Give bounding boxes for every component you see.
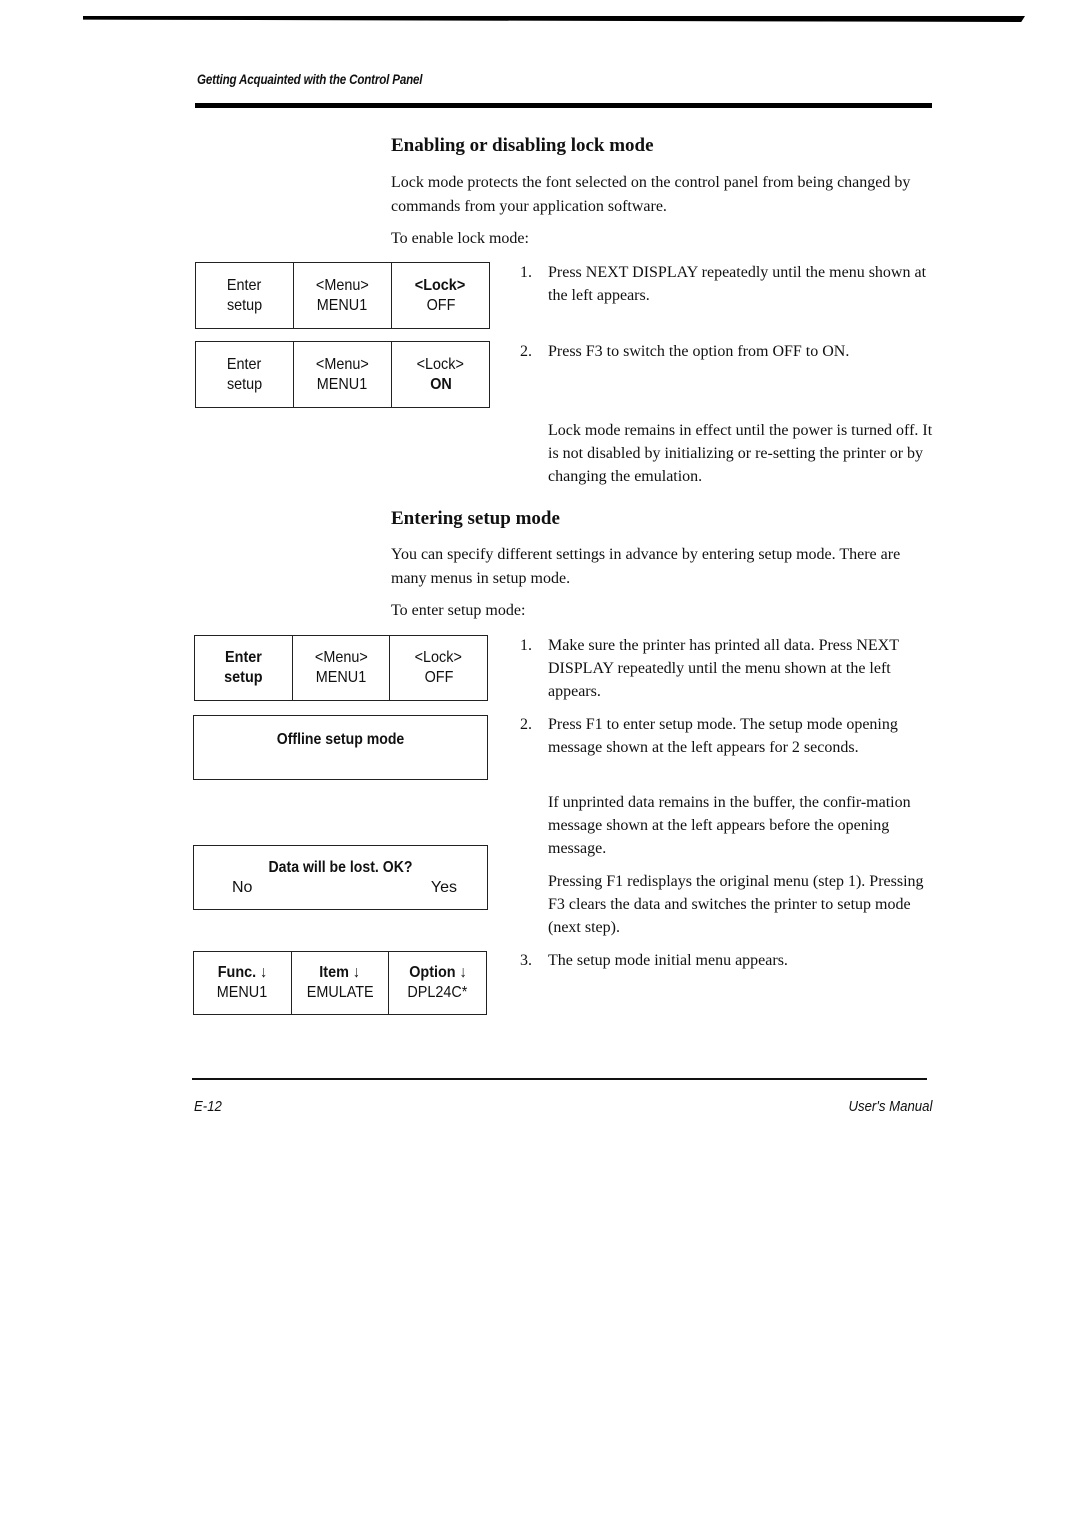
cell-line: OFF [424, 669, 454, 686]
cell-line: Func. ↓ [217, 964, 268, 981]
cell-line: ON [429, 375, 452, 393]
setup-intro: You can specify different settings in ad… [391, 546, 901, 587]
step-number: 2. [520, 343, 532, 360]
setup-note-confirmation: If unprinted data remains in the buffer,… [548, 794, 911, 857]
panel-cell: <Lock> ON [391, 342, 489, 407]
cell-line: <Lock> [415, 276, 466, 294]
panel-cell: Option ↓ DPL24C* [388, 952, 486, 1014]
lcd-panel-setup-menu: Func. ↓ MENU1 Item ↓ EMULATE Option ↓ DP… [193, 951, 487, 1015]
cell-line: <Menu> [314, 649, 368, 666]
cell-line: Enter [224, 649, 262, 666]
panel-cell: Enter setup [196, 263, 293, 328]
cell-line: DPL24C* [407, 984, 468, 1001]
cell-line: <Lock> [415, 649, 463, 666]
step-number: 1. [520, 264, 532, 281]
panel-cell: <Menu> MENU1 [291, 636, 390, 700]
confirm-message: Data will be lost. OK? [268, 859, 413, 876]
cell-line: MENU1 [317, 296, 368, 314]
header-rule [195, 103, 932, 108]
cell-line: <Lock> [416, 355, 465, 373]
lock-note: Lock mode remains in effect until the po… [548, 422, 933, 485]
panel-cell: Func. ↓ MENU1 [194, 952, 291, 1014]
top-rule [83, 16, 1025, 22]
step-text: Press NEXT DISPLAY repeatedly until the … [548, 264, 927, 304]
manual-title: User's Manual [848, 1098, 932, 1115]
panel-cell: <Menu> MENU1 [293, 263, 391, 328]
lcd-panel-confirm: Data will be lost. OK? No Yes [193, 845, 488, 910]
offline-message: Offline setup mode [276, 731, 405, 748]
panel-cell: Enter setup [195, 636, 292, 700]
setup-lead: To enter setup mode: [391, 602, 526, 619]
panel-cell: <Lock> OFF [391, 263, 489, 328]
confirm-yes-option: Yes [430, 879, 457, 896]
cell-line: MENU1 [217, 984, 268, 1001]
cell-line: MENU1 [315, 669, 367, 686]
cell-line: Option ↓ [408, 964, 467, 981]
cell-line: MENU1 [317, 375, 368, 393]
section-title-setup-mode: Entering setup mode [391, 508, 560, 529]
step-number: 1. [520, 637, 532, 654]
cell-line: setup [226, 375, 263, 393]
step-number: 3. [520, 952, 532, 969]
panel-cell: Item ↓ EMULATE [290, 952, 389, 1014]
page-number: E-12 [194, 1098, 222, 1115]
lock-step-2: 2. Press F3 to switch the option from OF… [520, 340, 930, 363]
cell-line: setup [226, 296, 263, 314]
cell-line: Enter [227, 276, 262, 294]
confirm-no-option: No [232, 879, 253, 896]
panel-cell: Enter setup [196, 342, 293, 407]
cell-line: <Menu> [316, 276, 369, 294]
cell-line: Item ↓ [319, 964, 361, 981]
footer-rule [192, 1078, 927, 1080]
lcd-panel-setup-initial: Enter setup <Menu> MENU1 <Lock> OFF [194, 635, 488, 701]
confirm-options: No Yes [194, 878, 487, 898]
lcd-panel-offline-setup: Offline setup mode [193, 715, 488, 780]
setup-step-2: 2. Press F1 to enter setup mode. The set… [520, 713, 930, 759]
step-text: Make sure the printer has printed all da… [548, 637, 899, 700]
section-title-lock-mode: Enabling or disabling lock mode [391, 135, 654, 156]
step-text: The setup mode initial menu appears. [548, 952, 788, 969]
panel-cell: <Menu> MENU1 [293, 342, 391, 407]
step-number: 2. [520, 716, 532, 733]
panel-cell: <Lock> OFF [389, 636, 487, 700]
lock-step-1: 1. Press NEXT DISPLAY repeatedly until t… [520, 261, 930, 307]
cell-line: setup [224, 669, 263, 686]
cell-line: EMULATE [306, 984, 374, 1001]
lock-intro: Lock mode protects the font selected on … [391, 174, 911, 215]
step-text: Press F3 to switch the option from OFF t… [548, 343, 850, 360]
setup-step-3: 3. The setup mode initial menu appears. [520, 949, 930, 972]
lcd-panel-lock-off: Enter setup <Menu> MENU1 <Lock> OFF [195, 262, 490, 329]
lcd-panel-lock-on: Enter setup <Menu> MENU1 <Lock> ON [195, 341, 490, 408]
cell-line: Enter [227, 355, 262, 373]
cell-line: <Menu> [316, 355, 369, 373]
lock-lead: To enable lock mode: [391, 230, 529, 247]
setup-step-1: 1. Make sure the printer has printed all… [520, 634, 930, 703]
setup-note-keys: Pressing F1 redisplays the original menu… [548, 873, 924, 936]
step-text: Press F1 to enter setup mode. The setup … [548, 716, 898, 756]
running-header: Getting Acquainted with the Control Pane… [197, 72, 423, 87]
cell-line: OFF [426, 296, 455, 314]
